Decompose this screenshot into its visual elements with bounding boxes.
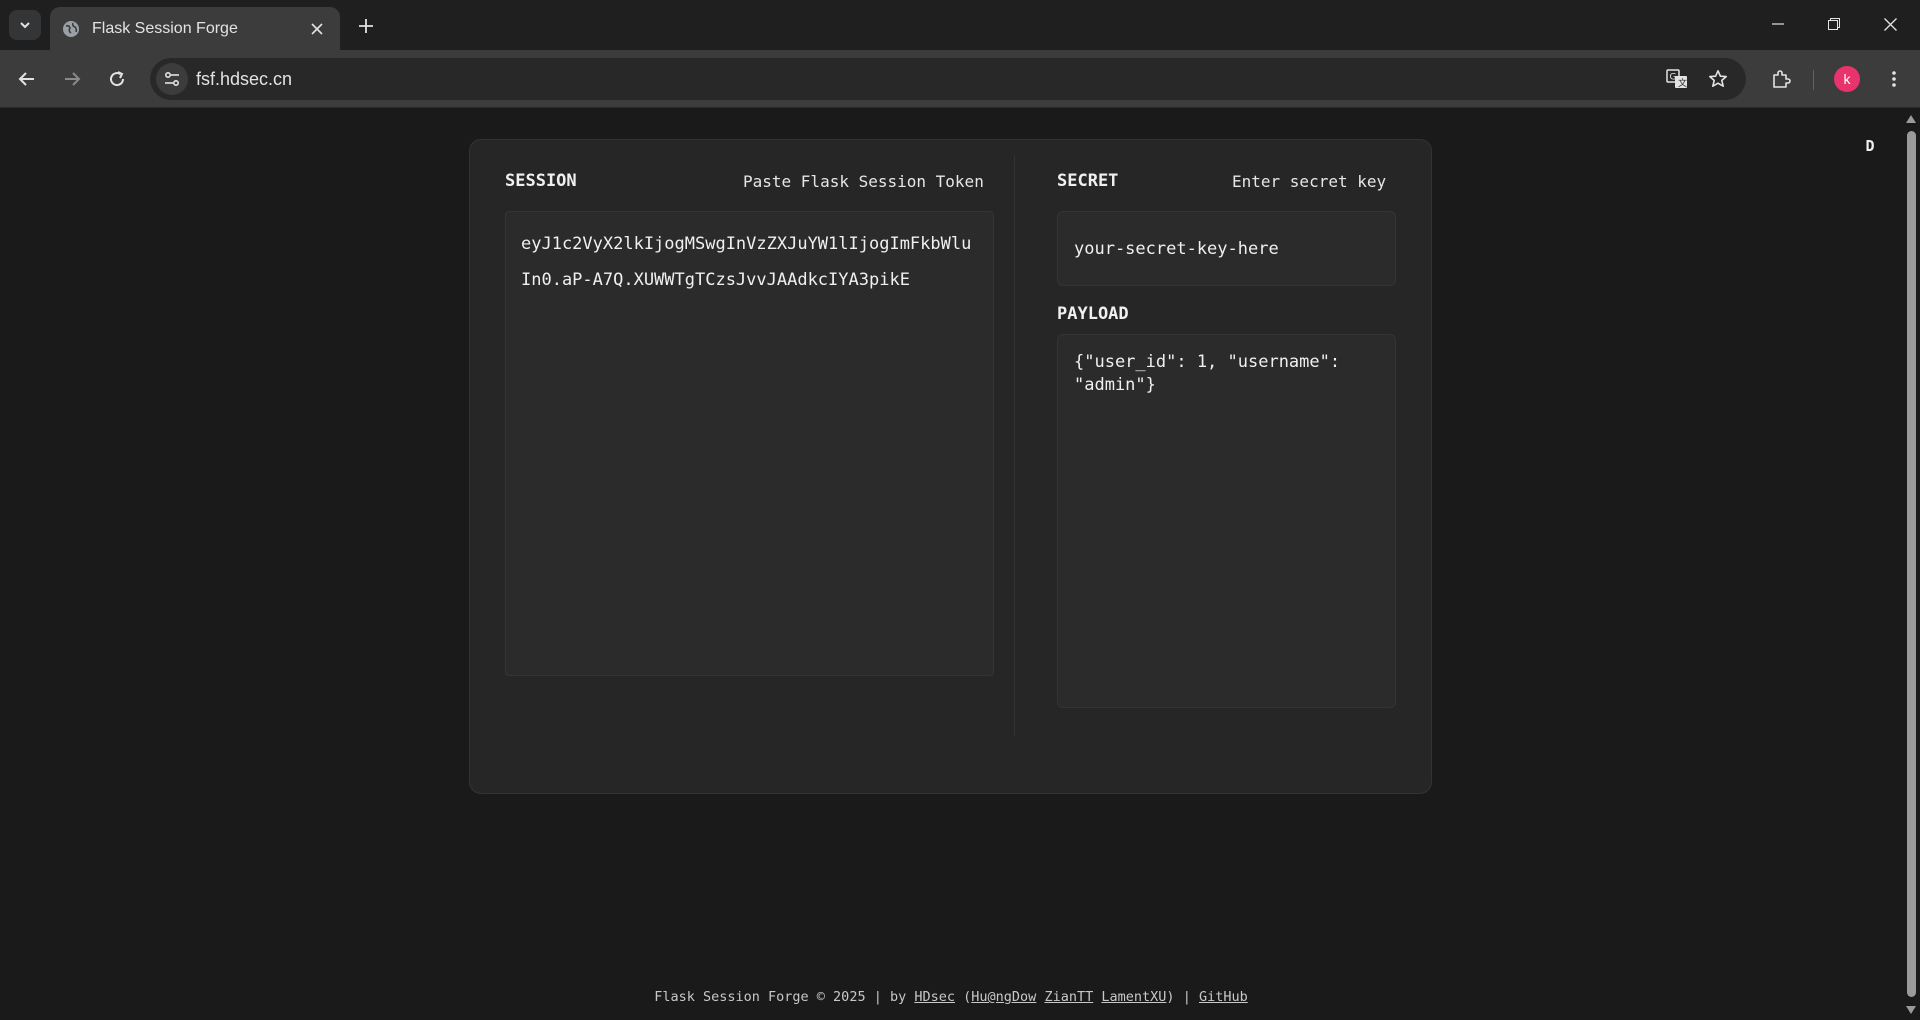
puzzle-icon: [1773, 70, 1791, 88]
new-tab-button[interactable]: [352, 12, 380, 40]
restore-icon: [1828, 18, 1840, 30]
bookmark-star-icon[interactable]: [1703, 64, 1733, 94]
url-text[interactable]: fsf.hdsec.cn: [196, 69, 292, 90]
vertical-scrollbar[interactable]: [1902, 109, 1920, 1020]
toolbar-separator: [1813, 70, 1814, 90]
reload-icon: [110, 71, 125, 87]
tab-search-button[interactable]: [9, 10, 41, 40]
tune-icon: [164, 71, 180, 87]
reload-button[interactable]: [99, 61, 135, 97]
profile-button[interactable]: k: [1829, 61, 1865, 97]
footer-prefix: Flask Session Forge © 2025 | by: [654, 989, 907, 1005]
forward-button[interactable]: [54, 61, 90, 97]
back-button[interactable]: [9, 61, 45, 97]
site-info-button[interactable]: [156, 63, 188, 95]
globe-icon: [62, 20, 80, 38]
footer-link-author-3[interactable]: LamentXU: [1101, 989, 1166, 1005]
footer-link-author-2[interactable]: ZianTT: [1044, 989, 1093, 1005]
session-token-input[interactable]: eyJ1c2VyX2lkIjogMSwgInVzZXJuYW1lIjogImFk…: [505, 211, 994, 676]
payload-label: PAYLOAD: [1057, 304, 1129, 324]
footer-link-github[interactable]: GitHub: [1199, 989, 1248, 1005]
svg-text:文: 文: [1678, 77, 1687, 89]
page-viewport: D SESSION Paste Flask Session Token eyJ1…: [0, 109, 1902, 1020]
translate-icon[interactable]: G文: [1662, 64, 1692, 94]
close-icon: [1883, 17, 1897, 31]
scroll-down-arrow-icon[interactable]: [1906, 1005, 1916, 1015]
address-bar[interactable]: fsf.hdsec.cn G文: [150, 58, 1746, 100]
close-icon[interactable]: [306, 18, 328, 40]
secret-label: SECRET: [1057, 171, 1119, 191]
browser-toolbar: fsf.hdsec.cn G文 k: [0, 50, 1920, 108]
tab-title: Flask Session Forge: [92, 19, 238, 37]
restore-button[interactable]: [1806, 6, 1862, 42]
scroll-up-arrow-icon[interactable]: [1906, 114, 1916, 124]
more-vertical-icon: [1892, 71, 1896, 87]
plus-icon: [359, 19, 373, 33]
chevron-down-icon: [20, 22, 30, 29]
theme-toggle-button[interactable]: D: [1858, 134, 1882, 158]
column-divider: [1014, 156, 1015, 736]
footer-separator: |: [1182, 989, 1191, 1005]
extensions-button[interactable]: [1763, 61, 1799, 97]
session-label: SESSION: [505, 171, 577, 191]
minimize-icon: [1772, 23, 1784, 25]
arrow-left-icon: [18, 72, 34, 86]
footer-link-hdsec[interactable]: HDsec: [914, 989, 955, 1005]
secret-hint: Enter secret key: [1232, 172, 1387, 191]
footer-link-author-1[interactable]: Hu@ngDow: [971, 989, 1036, 1005]
scroll-thumb[interactable]: [1907, 131, 1916, 997]
secret-key-input[interactable]: your-secret-key-here: [1057, 211, 1396, 286]
avatar: k: [1834, 66, 1860, 92]
window-close-button[interactable]: [1862, 6, 1918, 42]
arrow-right-icon: [65, 72, 81, 86]
footer-close-paren: ): [1166, 989, 1175, 1005]
forge-card: SESSION Paste Flask Session Token eyJ1c2…: [469, 139, 1432, 794]
minimize-button[interactable]: [1750, 6, 1806, 42]
active-tab[interactable]: Flask Session Forge: [50, 7, 340, 50]
payload-input[interactable]: {"user_id": 1, "username": "admin"}: [1057, 334, 1396, 708]
session-hint: Paste Flask Session Token: [743, 172, 984, 191]
tab-strip: Flask Session Forge: [0, 0, 1920, 50]
footer: Flask Session Forge © 2025 | by HDsec (H…: [0, 989, 1902, 1005]
browser-menu-button[interactable]: [1876, 61, 1912, 97]
